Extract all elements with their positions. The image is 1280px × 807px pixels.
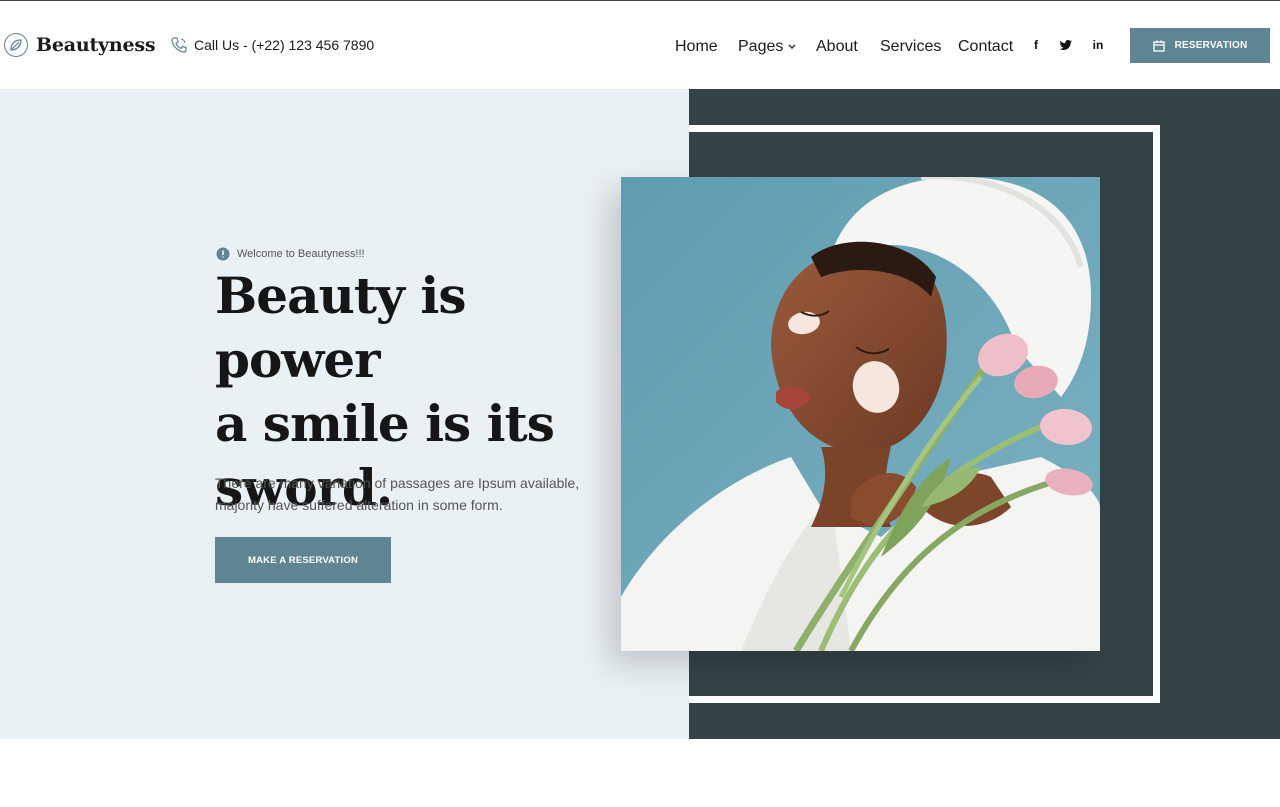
hero-photo	[621, 177, 1100, 651]
site-header: Beautyness Call Us - (+22) 123 456 7890 …	[0, 0, 1280, 89]
chevron-down-icon	[788, 44, 796, 50]
twitter-icon[interactable]	[1059, 38, 1073, 52]
call-us-text: Call Us - (+22) 123 456 7890	[194, 37, 375, 53]
nav-about[interactable]: About	[816, 38, 858, 56]
nav-services[interactable]: Services	[880, 38, 941, 56]
welcome-tagline: Welcome to Beautyness!!!	[216, 247, 365, 261]
linkedin-icon[interactable]: in	[1091, 38, 1105, 52]
facebook-icon[interactable]: f	[1029, 38, 1043, 52]
welcome-text: Welcome to Beautyness!!!	[237, 248, 365, 260]
calendar-icon	[1152, 40, 1165, 52]
leaf-logo-icon	[4, 33, 28, 57]
brand-name: Beautyness	[36, 34, 156, 56]
headline-line-1: Beauty is power	[215, 266, 467, 389]
decorative-frame-stub	[689, 125, 694, 132]
hero-description: There are many variation of passages are…	[215, 475, 580, 513]
headline-line-2: a smile is its	[215, 394, 555, 453]
nav-pages[interactable]: Pages	[738, 38, 796, 56]
make-reservation-label: MAKE A RESERVATION	[247, 554, 359, 566]
nav-home[interactable]: Home	[675, 38, 718, 56]
badge-icon	[216, 247, 230, 261]
reservation-button-label: RESERVATION	[1174, 40, 1248, 51]
brand-logo[interactable]: Beautyness	[4, 33, 156, 57]
make-reservation-button[interactable]: MAKE A RESERVATION	[215, 537, 391, 583]
phone-icon	[171, 37, 187, 53]
reservation-button[interactable]: RESERVATION	[1130, 28, 1270, 63]
nav-pages-label: Pages	[738, 38, 784, 55]
nav-contact[interactable]: Contact	[958, 38, 1013, 56]
call-us[interactable]: Call Us - (+22) 123 456 7890	[170, 36, 374, 54]
